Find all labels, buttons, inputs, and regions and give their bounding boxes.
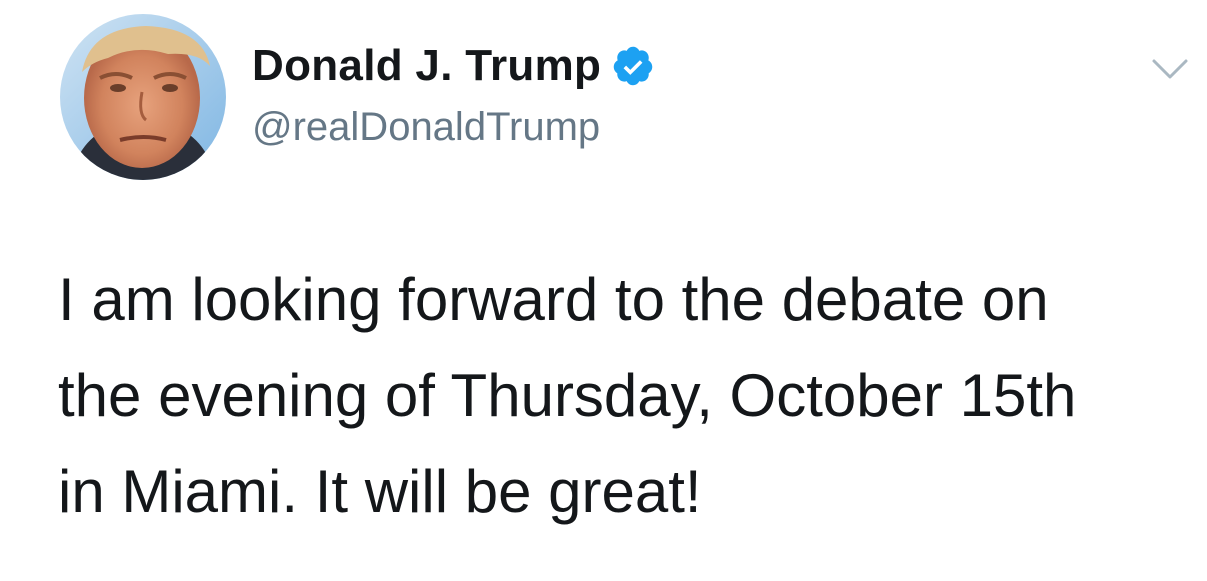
tweet-text: I am looking forward to the debate on th… <box>58 252 1188 540</box>
tweet-text-line: I am looking forward to the debate on <box>58 266 1049 333</box>
author-name-row: Donald J. Trump <box>252 38 655 94</box>
tweet-text-line: in Miami. It will be great! <box>58 458 702 525</box>
chevron-down-icon[interactable] <box>1150 56 1190 82</box>
tweet-text-line: the evening of Thursday, October 15th <box>58 362 1077 429</box>
tweet-card: Donald J. Trump @realDonaldTrump I am lo… <box>0 0 1207 581</box>
verified-badge-icon <box>611 44 655 88</box>
author-handle[interactable]: @realDonaldTrump <box>252 101 600 153</box>
profile-photo-icon <box>60 14 226 180</box>
avatar[interactable] <box>60 14 226 180</box>
author-display-name[interactable]: Donald J. Trump <box>252 38 601 94</box>
